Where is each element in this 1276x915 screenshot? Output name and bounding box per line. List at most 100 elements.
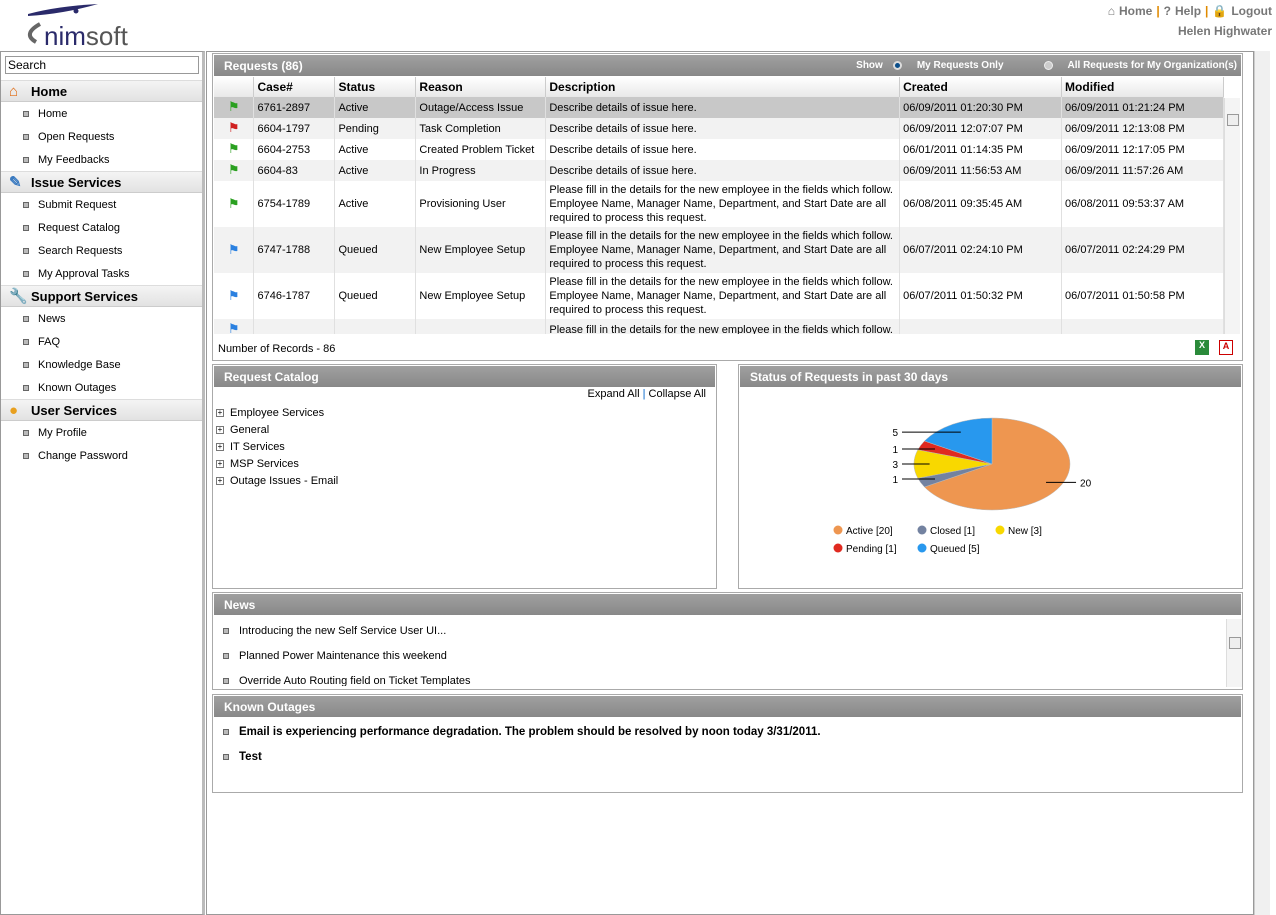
cell-case: 6746-1787 [253,273,336,319]
record-count: Number of Records - 86 [218,343,336,355]
sidebar-item[interactable]: Search Requests [1,239,202,262]
house-icon: ⌂ [9,82,19,100]
catalog-item[interactable]: + General [213,421,716,438]
sidebar-item-label: Known Outages [38,381,117,394]
sidebar-section-2[interactable]: 🔧 Support Services [1,285,202,307]
flag-icon: ⚑ [227,162,240,177]
flag-cell: ⚑ [214,319,255,334]
logout-link[interactable]: Logout [1231,4,1272,18]
catalog-item[interactable]: + IT Services [213,438,716,455]
bullet-icon [223,652,229,659]
cell-reason: Created Problem Ticket [415,139,547,160]
excel-export-icon[interactable]: X [1195,340,1209,355]
cell-modified: 06/09/2011 12:17:05 PM [1061,139,1224,160]
sidebar-item[interactable]: Change Password [1,444,202,467]
expand-icon[interactable]: + [216,459,224,468]
radio-all-requests[interactable]: All Requests for My Organization(s) [1043,60,1237,71]
legend-swatch [917,543,927,553]
page-scrollbar[interactable] [1254,51,1270,915]
sidebar-item-label: My Feedbacks [38,153,110,166]
radio-label: My Requests Only [916,60,1004,71]
sidebar-item[interactable]: My Feedbacks [1,148,202,171]
table-scrollbar[interactable] [1224,98,1240,334]
cell-status: Active [334,139,417,160]
sidebar-item[interactable]: Knowledge Base [1,353,202,376]
pdf-export-icon[interactable]: A [1219,340,1233,355]
sidebar-item-label: Knowledge Base [38,358,121,371]
sidebar-item[interactable]: Home [1,102,202,125]
legend-swatch [833,543,843,553]
table-row[interactable]: ⚑ 6604-1797 Pending Task Completion Describe… [214,118,1224,139]
sidebar-item-label: News [38,312,66,325]
flag-icon: ⚑ [227,195,240,211]
bullet-icon [23,338,29,345]
flag-cell: ⚑ [214,160,255,181]
sidebar-section-1[interactable]: ✎ Issue Services [1,171,202,193]
lock-icon: 🔒 [1212,4,1228,18]
column-header[interactable]: Created [899,77,1063,97]
legend-entry: Pending [1] [846,544,897,555]
cell-created: 06/09/2011 12:07:07 PM [899,118,1063,139]
flag-cell: ⚑ [214,273,255,319]
catalog-item[interactable]: + Outage Issues - Email [213,472,716,489]
sidebar-item[interactable]: My Approval Tasks [1,262,202,285]
expand-all-link[interactable]: Expand All [588,388,640,400]
column-header[interactable] [214,77,255,97]
expand-icon[interactable]: + [216,425,224,434]
news-item[interactable]: Planned Power Maintenance this weekend [213,643,1242,668]
legend-swatch [917,525,927,535]
news-scrollbar[interactable] [1226,619,1242,687]
flag-icon: ⚑ [227,99,240,114]
sidebar-item[interactable]: News [1,307,202,330]
legend-entry: New [3] [1008,526,1042,537]
search-input[interactable] [5,56,199,74]
news-item[interactable]: Introducing the new Self Service User UI… [213,618,1242,643]
sidebar-item[interactable]: Submit Request [1,193,202,216]
column-header[interactable]: Case# [253,77,336,97]
home-link[interactable]: Home [1119,4,1152,18]
cell-reason: Provisioning User [415,181,547,227]
sidebar-item-label: Change Password [38,449,128,462]
section-title: User Services [31,402,118,418]
bullet-icon [23,270,29,277]
sidebar-section-0[interactable]: ⌂ Home [1,80,202,102]
sidebar-item[interactable]: FAQ [1,330,202,353]
cell-reason: New Employee Setup [415,227,547,273]
help-link[interactable]: Help [1175,4,1201,18]
table-row[interactable]: ⚑ 6604-2753 Active Created Problem Ticket De… [214,139,1224,160]
table-row[interactable]: ⚑ 6761-2897 Active Outage/Access Issue Descr… [214,97,1224,118]
catalog-item[interactable]: + MSP Services [213,455,716,472]
column-header[interactable]: Reason [415,77,547,97]
expand-icon[interactable]: + [216,408,224,417]
radio-my-requests[interactable]: My Requests Only [892,60,1004,71]
outages-item[interactable]: Test [213,744,1242,769]
expand-icon[interactable]: + [216,476,224,485]
news-item-text: Planned Power Maintenance this weekend [239,649,447,662]
sidebar-item-label: My Approval Tasks [38,267,130,280]
sidebar-item[interactable]: Request Catalog [1,216,202,239]
cell-desc: Please fill in the details for the new e… [545,181,901,227]
sidebar-item[interactable]: Open Requests [1,125,202,148]
collapse-all-link[interactable]: Collapse All [649,388,706,400]
catalog-item[interactable]: + Employee Services [213,404,716,421]
bullet-icon [223,753,229,760]
legend-entry: Closed [1] [930,526,975,537]
expand-icon[interactable]: + [216,442,224,451]
sidebar-section-3[interactable]: ● User Services [1,399,202,421]
cell-status: Active [334,97,417,118]
cell-created: 06/08/2011 09:35:45 AM [899,181,1063,227]
news-item[interactable]: Override Auto Routing field on Ticket Te… [213,668,1242,686]
table-row[interactable]: ⚑ 6746-1787 Queued New Employee Setup Please… [214,273,1224,319]
sidebar-item[interactable]: My Profile [1,421,202,444]
legend-entry: Queued [5] [930,544,980,555]
sidebar-item[interactable]: Known Outages [1,376,202,399]
column-header[interactable]: Status [334,77,417,97]
table-row[interactable]: ⚑ 6754-1789 Active Provisioning User Please … [214,181,1224,227]
column-header[interactable]: Description [545,77,901,97]
table-row[interactable]: ⚑ Please fill in the details for the new … [214,319,1224,334]
table-row[interactable]: ⚑ 6604-83 Active In Progress Describe detail… [214,160,1224,181]
flag-cell: ⚑ [214,181,255,227]
table-row[interactable]: ⚑ 6747-1788 Queued New Employee Setup Please… [214,227,1224,273]
outages-item[interactable]: Email is experiencing performance degrad… [213,719,1242,744]
column-header[interactable]: Modified [1061,77,1224,97]
